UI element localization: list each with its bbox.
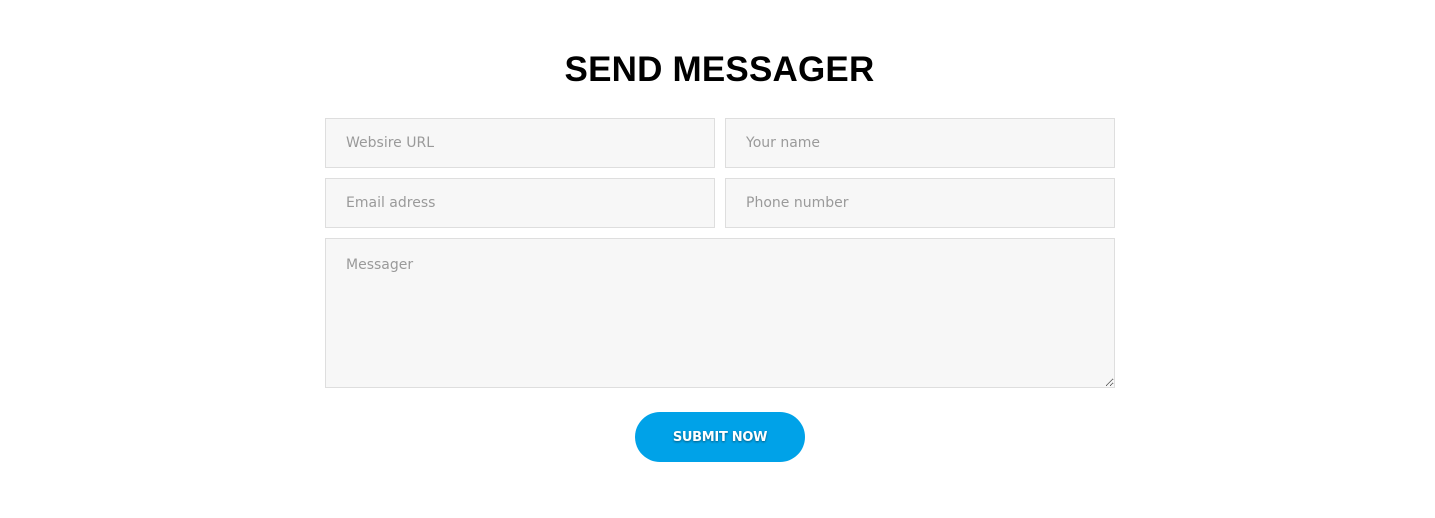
your-name-input[interactable] xyxy=(725,118,1115,168)
message-textarea[interactable] xyxy=(325,238,1115,388)
email-address-input[interactable] xyxy=(325,178,715,228)
submit-now-button[interactable]: SUBMIT NOW xyxy=(635,412,805,462)
phone-number-input[interactable] xyxy=(725,178,1115,228)
contact-form-section: SEND MESSAGER SUBMIT NOW xyxy=(0,0,1435,518)
form-title: SEND MESSAGER xyxy=(564,50,875,89)
website-url-input[interactable] xyxy=(325,118,715,168)
